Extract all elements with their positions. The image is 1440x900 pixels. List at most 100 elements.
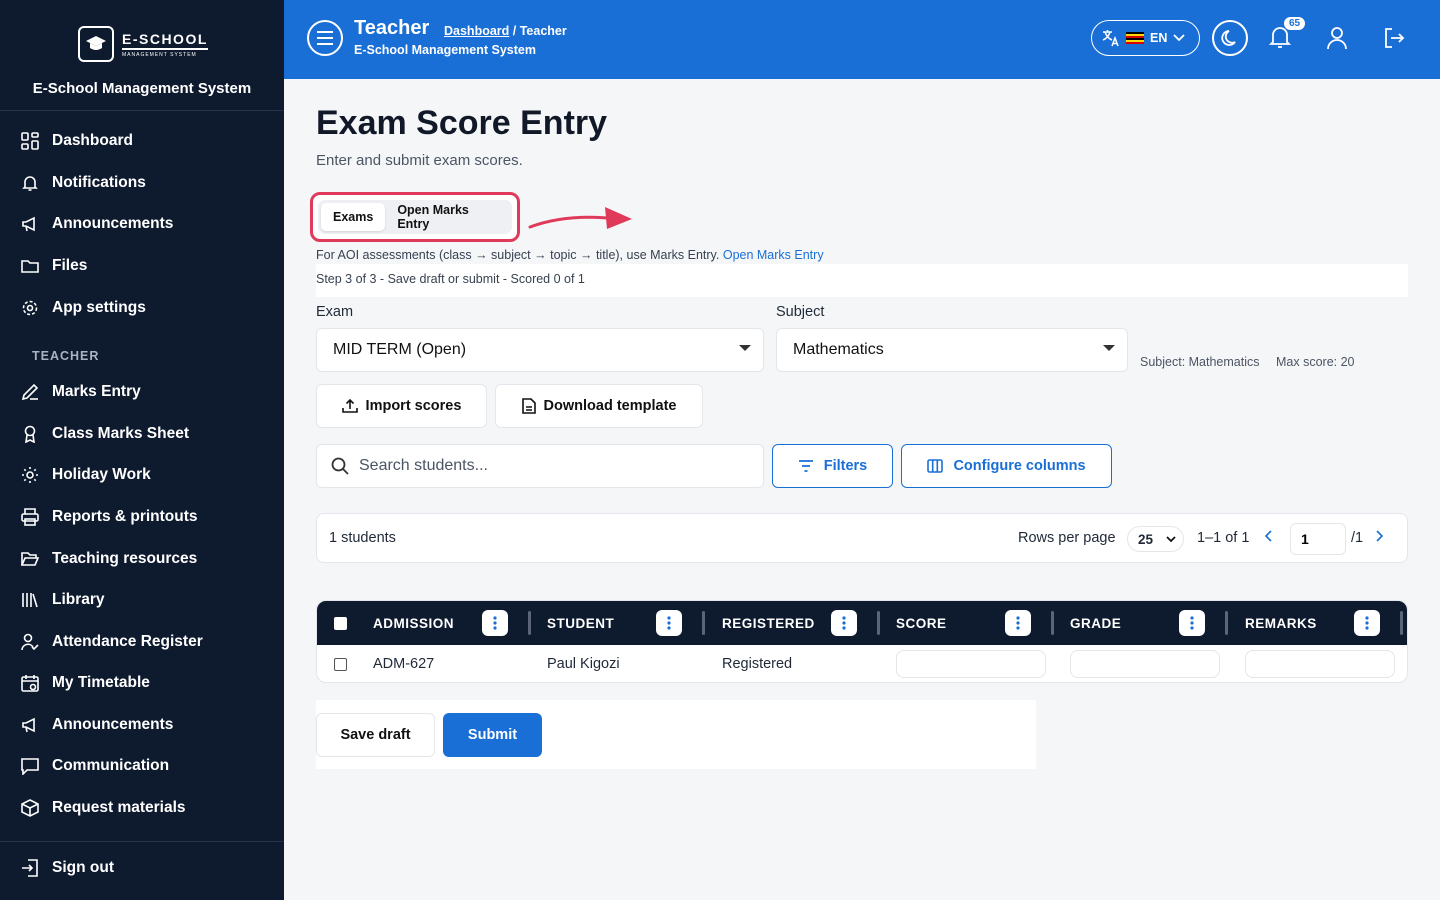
step-indicator: Step 3 of 3 - Save draft or submit - Sco… — [316, 264, 1408, 297]
sign-out-button[interactable]: Sign out — [20, 853, 114, 883]
sidebar-item-notifications[interactable]: Notifications — [20, 168, 146, 198]
column-menu-score[interactable] — [1005, 610, 1031, 636]
previous-page-button[interactable] — [1265, 530, 1273, 542]
rows-per-page-select[interactable]: 25 — [1127, 526, 1184, 552]
theme-toggle-button[interactable] — [1212, 20, 1248, 56]
remarks-input[interactable] — [1245, 650, 1395, 678]
sidebar-item-library[interactable]: Library — [20, 585, 105, 615]
page-subtitle: Enter and submit exam scores. — [316, 152, 523, 169]
notifications-button[interactable]: 65 — [1268, 16, 1307, 52]
column-header-student[interactable]: STUDENT — [547, 601, 614, 645]
breadcrumb-dashboard-link[interactable]: Dashboard — [444, 24, 509, 38]
exam-select-value: MID TERM (Open) — [333, 341, 467, 358]
chevron-right-icon — [1376, 530, 1383, 542]
sidebar-item-class-marks-sheet[interactable]: Class Marks Sheet — [20, 419, 189, 449]
filters-button[interactable]: Filters — [772, 444, 893, 488]
column-resize-handle[interactable] — [877, 611, 880, 635]
breadcrumb-separator: / — [509, 24, 520, 38]
row-checkbox[interactable] — [334, 658, 347, 671]
column-resize-handle[interactable] — [702, 611, 705, 635]
configure-columns-button[interactable]: Configure columns — [901, 444, 1112, 488]
profile-button[interactable] — [1326, 26, 1350, 50]
sidebar-item-marks-entry[interactable]: Marks Entry — [20, 377, 141, 407]
column-menu-registered[interactable] — [831, 610, 857, 636]
filters-label: Filters — [823, 458, 868, 474]
download-template-button[interactable]: Download template — [495, 384, 703, 428]
user-icon — [1326, 26, 1350, 50]
sidebar-item-app-settings[interactable]: App settings — [20, 293, 146, 323]
scores-table: ADMISSION STUDENT REGISTERED SCORE GRADE… — [316, 600, 1408, 683]
sidebar-item-teaching-resources[interactable]: Teaching resources — [20, 544, 197, 574]
column-resize-handle[interactable] — [1225, 611, 1228, 635]
tab-open-marks-entry[interactable]: Open Marks Entry — [385, 203, 509, 231]
sidebar-item-label: My Timetable — [52, 674, 150, 691]
sidebar-item-dashboard[interactable]: Dashboard — [20, 126, 133, 156]
logo: E-SCHOOL MANAGEMENT SYSTEM — [78, 26, 208, 62]
submit-button[interactable]: Submit — [443, 713, 542, 757]
more-vertical-icon — [493, 616, 497, 630]
file-icon — [521, 398, 536, 414]
more-vertical-icon — [1016, 616, 1020, 630]
menu-toggle-button[interactable] — [307, 20, 343, 56]
column-header-grade[interactable]: GRADE — [1070, 601, 1121, 645]
logout-button[interactable] — [1382, 26, 1406, 50]
header-title: Teacher — [354, 17, 430, 39]
import-scores-label: Import scores — [365, 398, 462, 414]
subject-label: Subject — [776, 304, 825, 320]
subject-meta: Subject: Mathematics — [1140, 355, 1260, 369]
sidebar-item-announcements[interactable]: Announcements — [20, 209, 173, 239]
sidebar-item-request-materials[interactable]: Request materials — [20, 793, 186, 823]
sidebar-item-reports-printouts[interactable]: Reports & printouts — [20, 502, 198, 532]
notification-count-badge: 65 — [1283, 16, 1307, 31]
sign-out-label: Sign out — [52, 859, 114, 876]
folder-open-icon — [20, 549, 40, 569]
breadcrumb: Dashboard / Teacher — [444, 24, 567, 38]
cell-admission: ADM-627 — [373, 656, 435, 672]
column-resize-handle[interactable] — [1400, 611, 1403, 635]
tabs-highlight-frame: Exams Open Marks Entry — [310, 192, 520, 242]
library-icon — [20, 590, 40, 610]
next-page-button[interactable] — [1375, 530, 1383, 542]
column-header-registered[interactable]: REGISTERED — [722, 601, 815, 645]
tab-exams[interactable]: Exams — [321, 203, 386, 231]
logo-title: E-SCHOOL — [122, 31, 208, 50]
open-marks-entry-link[interactable]: Open Marks Entry — [723, 248, 824, 262]
printer-icon — [20, 507, 40, 527]
rows-per-page-label: Rows per page — [1018, 530, 1116, 546]
column-header-admission[interactable]: ADMISSION — [373, 601, 454, 645]
column-menu-remarks[interactable] — [1354, 610, 1380, 636]
column-header-remarks[interactable]: REMARKS — [1245, 601, 1317, 645]
search-input[interactable] — [359, 457, 739, 475]
sidebar-item-my-timetable[interactable]: My Timetable — [20, 668, 150, 698]
sidebar-item-announcements-teacher[interactable]: Announcements — [20, 710, 173, 740]
page-number-input[interactable] — [1290, 523, 1346, 555]
sidebar-item-attendance-register[interactable]: Attendance Register — [20, 627, 203, 657]
language-selector[interactable]: EN — [1091, 20, 1200, 56]
grade-input[interactable] — [1070, 650, 1220, 678]
sidebar-item-label: Communication — [52, 757, 170, 774]
import-scores-button[interactable]: Import scores — [316, 384, 487, 428]
columns-icon — [927, 459, 944, 473]
select-all-checkbox[interactable] — [334, 617, 347, 630]
save-draft-button[interactable]: Save draft — [316, 713, 435, 757]
sidebar-item-label: App settings — [52, 299, 146, 316]
sidebar-item-holiday-work[interactable]: Holiday Work — [20, 460, 151, 490]
column-menu-admission[interactable] — [482, 610, 508, 636]
page-title: Exam Score Entry — [316, 104, 608, 142]
column-menu-student[interactable] — [656, 610, 682, 636]
uganda-flag-icon — [1126, 32, 1144, 44]
score-input[interactable] — [896, 650, 1046, 678]
sidebar-item-label: Request materials — [52, 799, 186, 816]
sidebar-item-files[interactable]: Files — [20, 251, 87, 281]
exam-select[interactable]: MID TERM (Open) — [316, 328, 764, 372]
column-menu-grade[interactable] — [1179, 610, 1205, 636]
column-header-score[interactable]: SCORE — [896, 601, 947, 645]
step-text: Step 3 of 3 - Save draft or submit - Sco… — [316, 272, 585, 286]
subject-select[interactable]: Mathematics — [776, 328, 1128, 372]
column-resize-handle[interactable] — [1051, 611, 1054, 635]
header-subtitle: E-School Management System — [354, 43, 536, 57]
sidebar-item-communication[interactable]: Communication — [20, 751, 169, 781]
column-resize-handle[interactable] — [528, 611, 531, 635]
chevron-left-icon — [1265, 530, 1272, 542]
sign-out-icon — [20, 858, 40, 878]
